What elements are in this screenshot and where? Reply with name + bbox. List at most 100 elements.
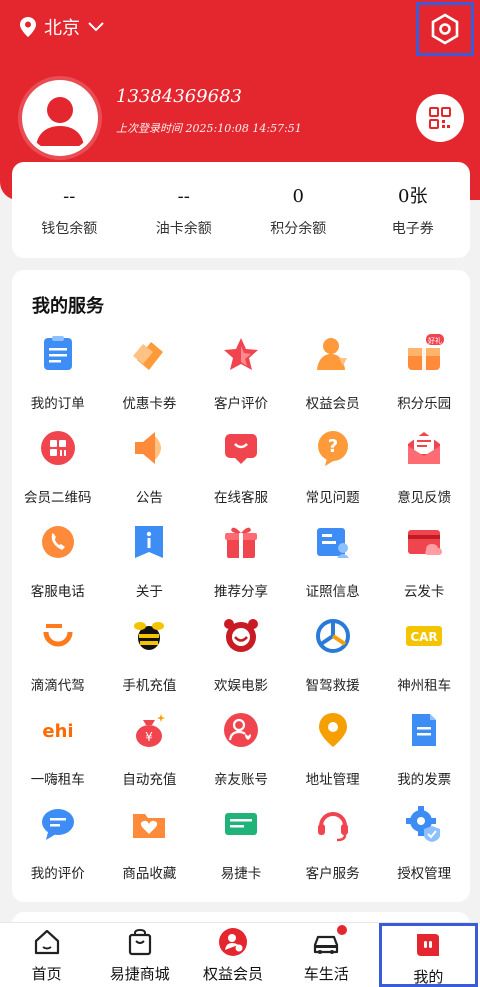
- service-didi-driver[interactable]: 滴滴代驾: [12, 614, 104, 708]
- notification-dot: [334, 923, 349, 937]
- services-title: 我的服务: [32, 296, 104, 317]
- service-reviews[interactable]: 客户评价: [195, 332, 287, 426]
- city-selector[interactable]: 北京: [20, 14, 104, 40]
- service-member[interactable]: 权益会员: [287, 332, 379, 426]
- star-icon: [221, 334, 261, 374]
- chat-icon: [221, 428, 261, 468]
- service-label: 地址管理: [305, 772, 360, 788]
- stat-label: 油卡余额: [155, 221, 212, 237]
- service-announcement[interactable]: 公告: [104, 426, 196, 520]
- tab-mall[interactable]: 易捷商城: [93, 923, 186, 987]
- tab-mine[interactable]: 我的: [378, 923, 479, 987]
- settings-icon: [431, 13, 459, 45]
- tab-home[interactable]: 首页: [0, 923, 93, 987]
- svg-text:¥: ¥: [146, 730, 154, 744]
- stat-e-coupon[interactable]: 0张电子券: [356, 162, 471, 258]
- service-label: 关于: [135, 584, 163, 600]
- order-icon: [38, 334, 78, 374]
- stat-wallet[interactable]: -- 钱包余额: [12, 162, 127, 258]
- service-movie[interactable]: 欢娱电影: [195, 614, 287, 708]
- stat-points[interactable]: 0 积分余额: [241, 162, 356, 258]
- service-faq[interactable]: ? 常见问题: [287, 426, 379, 520]
- gear-shield-icon: [404, 804, 444, 844]
- service-label: 神州租车: [397, 678, 452, 694]
- qr-code-button[interactable]: [416, 94, 464, 142]
- service-my-orders[interactable]: 我的订单: [12, 332, 104, 426]
- service-label: 智驾救援: [305, 678, 360, 694]
- shopping-bag-icon: [125, 927, 155, 957]
- settings-button[interactable]: [416, 2, 474, 56]
- service-rescue[interactable]: 智驾救援: [287, 614, 379, 708]
- service-favorites[interactable]: 商品收藏: [104, 802, 196, 896]
- service-coupons[interactable]: 优惠卡券: [104, 332, 196, 426]
- service-label: 客服电话: [30, 584, 85, 600]
- gift-box-icon: 好礼: [404, 334, 445, 374]
- stat-label: 钱包余额: [41, 221, 98, 237]
- service-label: 滴滴代驾: [30, 678, 85, 694]
- tab-car-life[interactable]: 车生活: [280, 923, 373, 987]
- car-rental-icon: CAR: [404, 616, 444, 656]
- service-label: 常见问题: [305, 490, 360, 506]
- service-label: 推荐分享: [213, 584, 268, 600]
- service-about[interactable]: 关于: [104, 520, 196, 614]
- service-share[interactable]: 推荐分享: [195, 520, 287, 614]
- phone-number: 13384369683: [116, 86, 242, 107]
- tab-member[interactable]: 权益会员: [186, 923, 279, 987]
- service-points-park[interactable]: 好礼 积分乐园: [378, 332, 470, 426]
- member-badge-icon: [218, 927, 248, 957]
- stat-label: 积分余额: [270, 221, 327, 237]
- service-my-reviews[interactable]: 我的评价: [12, 802, 104, 896]
- service-online-support[interactable]: 在线客服: [195, 426, 287, 520]
- money-bag-icon: ¥: [129, 710, 169, 750]
- home-icon: [32, 927, 62, 957]
- service-label: 客户评价: [213, 396, 268, 412]
- service-invoice[interactable]: 我的发票: [378, 708, 470, 802]
- user-silhouette-icon: [26, 84, 94, 152]
- tab-label: 车生活: [303, 965, 349, 983]
- yijie-card-icon: [221, 804, 261, 844]
- didi-icon: [38, 616, 78, 656]
- service-label: 我的发票: [397, 772, 452, 788]
- stat-label: 电子券: [391, 221, 434, 237]
- service-license[interactable]: 证照信息: [287, 520, 379, 614]
- bottom-tab-bar: 首页 易捷商城 权益会员 车生活 我的: [0, 922, 480, 987]
- car-rental-text: CAR: [411, 630, 438, 644]
- favorite-icon: [129, 804, 169, 844]
- service-member-qr[interactable]: 会员二维码: [12, 426, 104, 520]
- family-icon: [221, 710, 261, 750]
- qr-code-icon: [429, 107, 451, 129]
- stat-fuel-card[interactable]: -- 油卡余额: [127, 162, 242, 258]
- service-label: 公告: [135, 490, 163, 506]
- service-feedback[interactable]: 意见反馈: [378, 426, 470, 520]
- service-label: 云发卡: [403, 584, 445, 600]
- service-family-account[interactable]: 亲友账号: [195, 708, 287, 802]
- share-gift-icon: [221, 522, 261, 562]
- svg-text:?: ?: [327, 436, 337, 457]
- stat-value: 0张: [398, 186, 428, 207]
- service-label: 我的订单: [30, 396, 85, 412]
- last-login-time: 上次登录时间 2025:10:08 14:57:51: [116, 122, 302, 135]
- service-label: 手机充值: [122, 678, 177, 694]
- balance-summary: -- 钱包余额 -- 油卡余额 0 积分余额 0张电子券: [12, 162, 470, 258]
- tab-label: 权益会员: [203, 965, 264, 983]
- service-yijie-card[interactable]: 易捷卡: [195, 802, 287, 896]
- comment-icon: [38, 804, 78, 844]
- service-label: 意见反馈: [397, 490, 452, 506]
- service-authorization[interactable]: 授权管理: [378, 802, 470, 896]
- service-customer-service[interactable]: 客户服务: [287, 802, 379, 896]
- service-ehi-rental[interactable]: ehi 一嗨租车: [12, 708, 104, 802]
- service-label: 一嗨租车: [30, 772, 85, 788]
- bee-icon: [129, 616, 169, 656]
- service-car-rental[interactable]: CAR 神州租车: [378, 614, 470, 708]
- service-auto-topup[interactable]: ¥ 自动充值: [104, 708, 196, 802]
- avatar[interactable]: [22, 80, 98, 156]
- service-label: 欢娱电影: [213, 678, 268, 694]
- service-label: 商品收藏: [122, 866, 177, 882]
- feedback-icon: [404, 428, 444, 468]
- speaker-icon: [129, 428, 169, 468]
- service-phone-topup[interactable]: 手机充值: [104, 614, 196, 708]
- tab-label: 我的: [413, 968, 444, 986]
- service-hotline[interactable]: 客服电话: [12, 520, 104, 614]
- service-cloud-card[interactable]: 云发卡: [378, 520, 470, 614]
- service-address[interactable]: 地址管理: [287, 708, 379, 802]
